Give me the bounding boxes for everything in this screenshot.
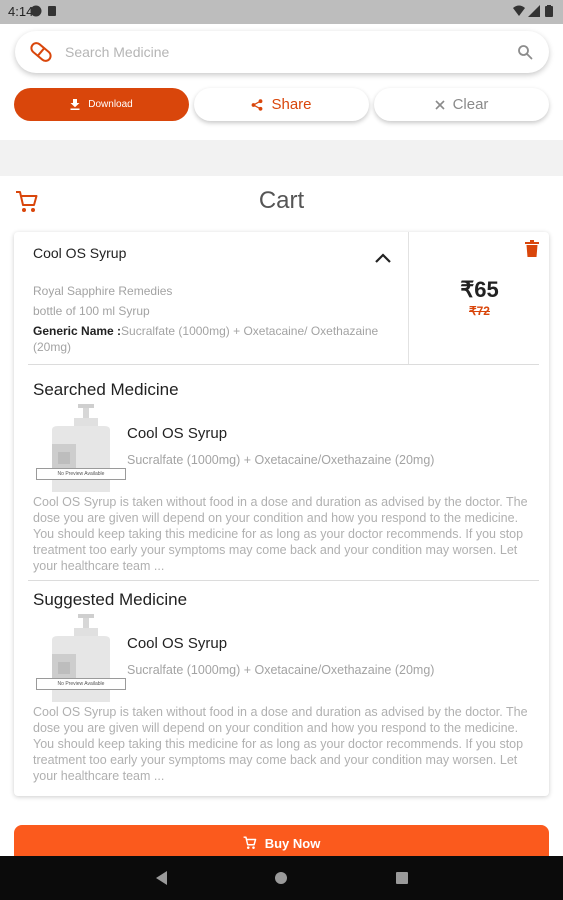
cart-item-name: Cool OS Syrup xyxy=(33,245,127,261)
generic-name-label: Generic Name : xyxy=(33,324,122,338)
cart-item-pack: bottle of 100 ml Syrup xyxy=(33,304,150,318)
clear-label: Clear xyxy=(452,96,489,113)
delete-icon[interactable] xyxy=(525,240,539,257)
share-icon xyxy=(252,98,263,111)
pill-icon xyxy=(30,42,52,62)
divider xyxy=(28,580,539,581)
suggested-medicine-image: No Preview Available xyxy=(36,614,126,704)
suggested-medicine-generic: Sucralfate (1000mg) + Oxetacaine/Oxethaz… xyxy=(127,663,435,677)
search-bar xyxy=(15,31,549,73)
cart-item-generic: Generic Name :Sucralfate (1000mg) + Oxet… xyxy=(33,323,393,355)
cart-item-card: Cool OS Syrup Royal Sapphire Remedies bo… xyxy=(14,232,549,796)
share-label: Share xyxy=(271,96,312,113)
searched-medicine-name: Cool OS Syrup xyxy=(127,425,228,442)
searched-medicine-heading: Searched Medicine xyxy=(33,380,179,399)
bottle-image xyxy=(52,614,110,702)
download-button[interactable]: Download xyxy=(14,88,189,121)
search-icon[interactable] xyxy=(517,44,533,60)
navigation-bar xyxy=(0,856,563,900)
search-input[interactable] xyxy=(65,40,505,64)
bottle-image xyxy=(52,404,110,492)
notification-icon xyxy=(30,5,42,17)
status-bar: 4:14 xyxy=(0,0,563,24)
cart-item-price: ₹65 xyxy=(460,277,499,302)
divider xyxy=(28,364,539,365)
signal-icon xyxy=(528,5,540,17)
back-icon[interactable] xyxy=(156,871,168,885)
download-label: Download xyxy=(88,99,133,110)
page-title: Cart xyxy=(258,187,305,214)
cart-item-mrp: ₹72 xyxy=(469,304,490,318)
clear-button[interactable]: Clear xyxy=(374,88,549,121)
suggested-medicine-name: Cool OS Syrup xyxy=(127,635,228,652)
cart-icon xyxy=(243,836,256,849)
searched-medicine-image: No Preview Available xyxy=(36,404,126,494)
sim-icon xyxy=(48,6,56,16)
no-preview-label: No Preview Available xyxy=(36,678,126,690)
no-preview-label: No Preview Available xyxy=(36,468,126,480)
searched-medicine-description: Cool OS Syrup is taken without food in a… xyxy=(33,495,528,573)
section-separator xyxy=(0,140,563,176)
close-icon xyxy=(434,99,445,110)
suggested-medicine-description: Cool OS Syrup is taken without food in a… xyxy=(33,705,528,783)
cart-item-company: Royal Sapphire Remedies xyxy=(33,284,173,298)
searched-medicine-generic: Sucralfate (1000mg) + Oxetacaine/Oxethaz… xyxy=(127,453,435,467)
share-button[interactable]: Share xyxy=(194,88,369,121)
battery-icon xyxy=(545,5,553,17)
suggested-medicine-heading: Suggested Medicine xyxy=(33,590,188,609)
download-icon xyxy=(70,99,80,110)
home-icon[interactable] xyxy=(275,872,287,884)
chevron-up-icon[interactable] xyxy=(374,252,392,264)
cart-item-details: Cool OS Syrup Royal Sapphire Remedies bo… xyxy=(14,232,409,364)
buy-now-label: Buy Now xyxy=(264,836,321,851)
recents-icon[interactable] xyxy=(396,872,408,884)
wifi-icon xyxy=(513,5,525,16)
